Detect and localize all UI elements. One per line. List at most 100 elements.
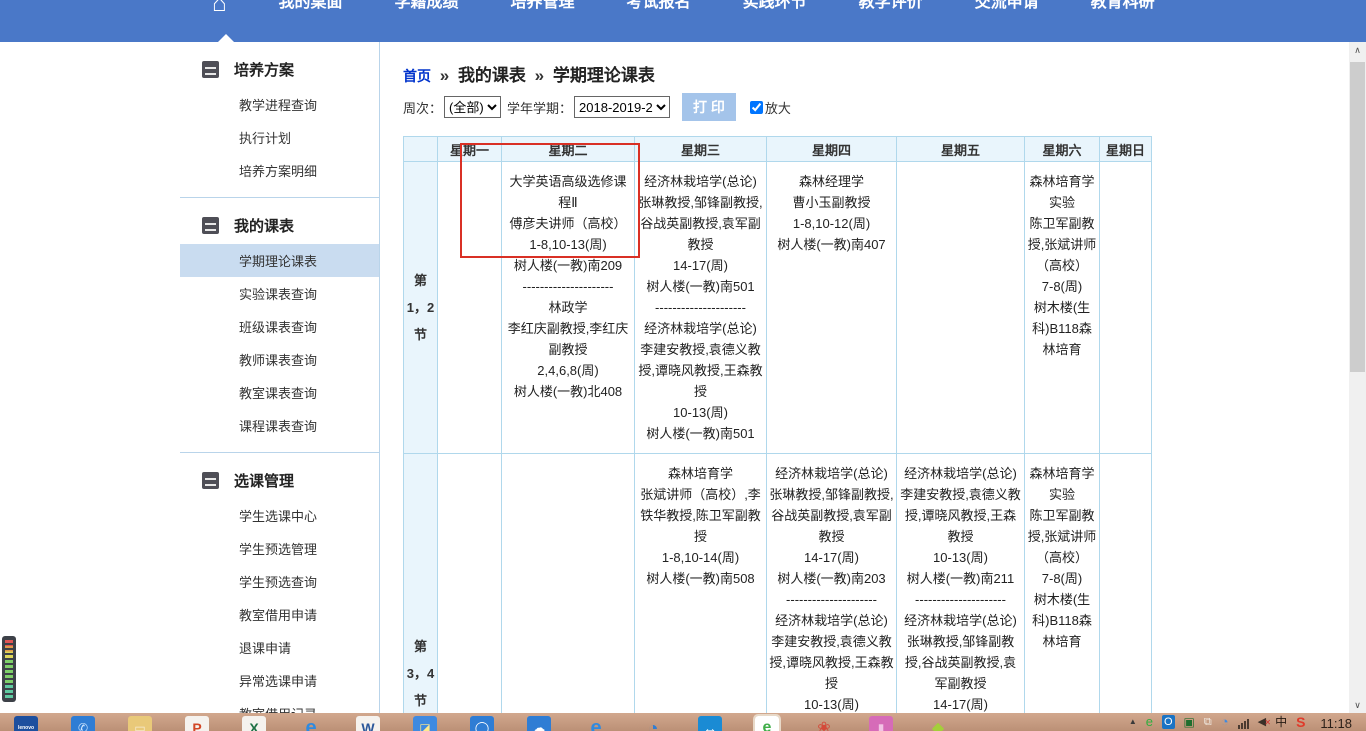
sogou-icon[interactable]: S (1296, 715, 1305, 729)
course-teacher: 张斌讲师（高校）,李铁华教授,陈卫军副教授 (637, 484, 764, 547)
internet-explorer-icon[interactable]: e (299, 716, 323, 731)
nav-item-学籍成绩[interactable]: 学籍成绩 (395, 0, 459, 14)
file-explorer-icon[interactable]: ▭ (128, 716, 152, 731)
term-filter-label: 学年学期： (507, 98, 572, 117)
nav-item-考试报名[interactable]: 考试报名 (627, 0, 691, 14)
sidebar-item-教室课表查询[interactable]: 教室课表查询 (180, 376, 379, 409)
nav-item-培养管理[interactable]: 培养管理 (511, 0, 575, 14)
scroll-up-icon[interactable]: ∧ (1349, 42, 1366, 58)
tray-expand-icon[interactable]: ▲ (1129, 715, 1137, 729)
teamviewer-icon[interactable]: ↔ (698, 716, 722, 731)
tray-sync-icon[interactable]: ◔ (1221, 715, 1229, 729)
vertical-scrollbar[interactable]: ∧ ∨ (1349, 42, 1366, 713)
course-room: 树木楼(生科)B118森林培育 (1027, 297, 1097, 360)
excel-icon[interactable]: X (242, 716, 266, 731)
breadcrumb-separator: » (531, 66, 548, 85)
sidebar-item-实验课表查询[interactable]: 实验课表查询 (180, 277, 379, 310)
day-header-星期日: 星期日 (1100, 137, 1152, 162)
week-filter-label: 周次： (403, 98, 442, 117)
powerpoint-icon[interactable]: P (185, 716, 209, 731)
course-name: 林政学 (504, 297, 632, 318)
taskbar-clock: 11:18 (1320, 716, 1352, 731)
browser-circle-icon[interactable]: ◯ (470, 716, 494, 731)
period-label: 第3，4节 (404, 454, 438, 731)
highlight-annotation-box (460, 143, 640, 258)
course-separator: --------------------- (637, 297, 764, 318)
nav-item-教育科研[interactable]: 教育科研 (1091, 0, 1155, 14)
sidebar-section: 我的课表学期理论课表实验课表查询班级课表查询教师课表查询教室课表查询课程课表查询 (180, 197, 379, 452)
period-label-line: 第 (404, 267, 437, 294)
top-navigation-bar: ⌂ 我的桌面 学籍成绩 培养管理 考试报名 实践环节 教学评价 交流申请 教育科研 (0, 0, 1366, 42)
sidebar-item-学期理论课表[interactable]: 学期理论课表 (180, 244, 379, 277)
database-app-icon[interactable]: ▮ (869, 716, 893, 731)
week-filter-select[interactable]: (全部) (444, 96, 501, 118)
green-gem-app-icon[interactable]: ◆ (926, 716, 950, 731)
tray-360-icon[interactable]: e (1146, 715, 1153, 729)
tray-o-app-icon[interactable]: O (1162, 715, 1175, 729)
course-teacher: 陈卫军副教授,张斌讲师（高校） (1027, 213, 1097, 276)
photos-app-icon[interactable]: ◪ (413, 716, 437, 731)
sidebar-item-教学进程查询[interactable]: 教学进程查询 (180, 88, 379, 121)
zoom-checkbox[interactable] (750, 101, 763, 114)
sidebar: 培养方案教学进程查询执行计划培养方案明细我的课表学期理论课表实验课表查询班级课表… (180, 42, 380, 713)
course-weeks: 10-13(周) (637, 402, 764, 423)
red-swirl-app-icon[interactable]: ❀ (812, 716, 836, 731)
course-room: 树人楼(一教)南209 (504, 255, 632, 276)
print-button[interactable]: 打 印 (682, 93, 736, 121)
nav-item-实践环节[interactable]: 实践环节 (743, 0, 807, 14)
course-teacher: 李红庆副教授,李红庆副教授 (504, 318, 632, 360)
course-block: 森林培育学张斌讲师（高校）,李铁华教授,陈卫军副教授1-8,10-14(周)树人… (637, 463, 764, 589)
scroll-down-icon[interactable]: ∨ (1349, 697, 1366, 713)
lenovo-app-icon[interactable]: lenovo (14, 716, 38, 731)
sidebar-item-退课申请[interactable]: 退课申请 (180, 631, 379, 664)
sidebar-item-学生预选查询[interactable]: 学生预选查询 (180, 565, 379, 598)
course-name: 经济林栽培学(总论) (637, 171, 764, 192)
sidebar-item-教师课表查询[interactable]: 教师课表查询 (180, 343, 379, 376)
sidebar-section-title: 培养方案 (234, 59, 294, 80)
word-icon[interactable]: W (356, 716, 380, 731)
network-signal-icon[interactable] (1238, 717, 1249, 729)
scrollbar-thumb[interactable] (1350, 62, 1365, 372)
sidebar-item-课程课表查询[interactable]: 课程课表查询 (180, 409, 379, 442)
breadcrumb-home-link[interactable]: 首页 (403, 68, 431, 84)
phone-app-icon[interactable]: ✆ (71, 716, 95, 731)
course-name: 森林培育学实验 (1027, 171, 1097, 213)
active-nav-caret-icon (218, 34, 234, 42)
course-room: 树人楼(一教)南501 (637, 276, 764, 297)
course-block: 经济林栽培学(总论)张琳教授,邹锋副教授,谷战英副教授,袁军副教授14-17(周… (769, 463, 894, 589)
course-room: 树人楼(一教)南203 (769, 568, 894, 589)
nav-item-交流申请[interactable]: 交流申请 (975, 0, 1039, 14)
sidebar-item-学生选课中心[interactable]: 学生选课中心 (180, 499, 379, 532)
sidebar-item-教室借用申请[interactable]: 教室借用申请 (180, 598, 379, 631)
timetable-cell: 经济林栽培学(总论)张琳教授,邹锋副教授,谷战英副教授,袁军副教授14-17(周… (767, 454, 897, 731)
course-room: 树人楼(一教)南508 (637, 568, 764, 589)
course-teacher: 李建安教授,袁德义教授,谭晓风教授,王森教授 (637, 339, 764, 402)
course-teacher: 张琳教授,邹锋副教授,谷战英副教授,袁军副教授 (769, 484, 894, 547)
cloud-app-icon[interactable]: ☁ (527, 716, 551, 731)
timetable-cell: 经济林栽培学(总论)张琳教授,邹锋副教授,谷战英副教授,袁军副教授14-17(周… (635, 162, 767, 454)
tray-usb-device-icon[interactable]: ⧉ (1204, 715, 1212, 729)
course-name: 经济林栽培学(总论) (637, 318, 764, 339)
course-room: 树人楼(一教)南407 (769, 234, 894, 255)
nav-item-我的桌面[interactable]: 我的桌面 (279, 0, 343, 14)
internet-explorer-icon-2[interactable]: e (584, 716, 608, 731)
sidebar-item-学生预选管理[interactable]: 学生预选管理 (180, 532, 379, 565)
meter-bars-icon (5, 640, 13, 698)
ime-language-indicator[interactable]: 中 (1275, 715, 1287, 729)
home-icon[interactable]: ⌂ (212, 0, 227, 16)
qq-browser-icon[interactable]: ◔ (641, 716, 665, 731)
course-block: 经济林栽培学(总论)张琳教授,邹锋副教授,谷战英副教授,袁军副教授14-17(周… (637, 171, 764, 297)
sidebar-item-班级课表查询[interactable]: 班级课表查询 (180, 310, 379, 343)
course-weeks: 14-17(周) (899, 694, 1022, 715)
breadcrumb: 首页 » 我的课表 » 学期理论课表 (403, 61, 1151, 86)
term-filter-select[interactable]: 2018-2019-2 (574, 96, 670, 118)
volume-muted-icon[interactable]: ◀✕ (1258, 715, 1266, 729)
sidebar-item-异常选课申请[interactable]: 异常选课申请 (180, 664, 379, 697)
tray-image-icon[interactable]: ▣ (1184, 715, 1195, 729)
sidebar-item-培养方案明细[interactable]: 培养方案明细 (180, 154, 379, 187)
nav-item-教学评价[interactable]: 教学评价 (859, 0, 923, 14)
sidebar-item-执行计划[interactable]: 执行计划 (180, 121, 379, 154)
360-browser-icon[interactable]: e (755, 716, 779, 731)
course-block: 森林培育学实验陈卫军副教授,张斌讲师（高校）7-8(周)树木楼(生科)B118森… (1027, 171, 1097, 360)
course-teacher: 李建安教授,袁德义教授,谭晓风教授,王森教授 (769, 631, 894, 694)
